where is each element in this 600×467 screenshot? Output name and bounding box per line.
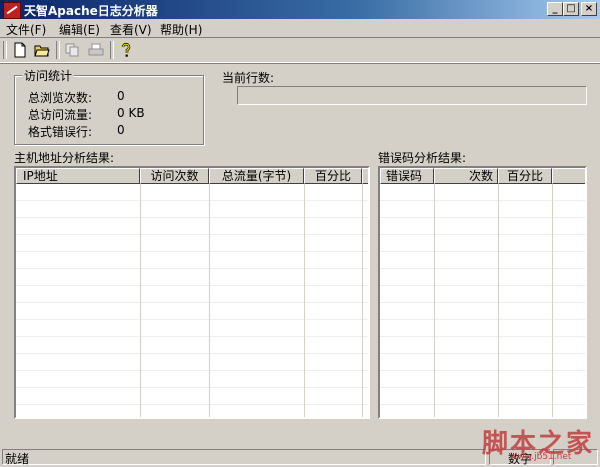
help-icon[interactable] (116, 40, 136, 60)
column-percent[interactable]: 百分比 (304, 168, 362, 184)
toolbar-separator (56, 41, 60, 59)
stats-group-label: 访问统计 (22, 67, 75, 84)
column-divider (362, 184, 363, 417)
error-results-label: 错误码分析结果: (378, 151, 467, 165)
total-views-value: 0 (117, 89, 125, 103)
column-ip-address[interactable]: IP地址 (16, 168, 140, 184)
open-folder-icon[interactable] (32, 40, 52, 60)
minimize-button[interactable]: _ (547, 2, 563, 16)
menu-bar: 文件(F) 编辑(E) 查看(V) 帮助(H) (0, 19, 600, 37)
column-divider (304, 184, 305, 417)
maximize-button[interactable]: □ (563, 2, 579, 16)
print-icon[interactable] (86, 40, 106, 60)
column-divider (209, 184, 210, 417)
host-results-list[interactable]: IP地址 访问次数 总流量(字节) 百分比 (14, 166, 370, 419)
total-views-label: 总浏览次数: (28, 91, 93, 105)
column-divider (498, 184, 499, 417)
menu-view[interactable]: 查看(V) (110, 21, 152, 38)
host-results-label: 主机地址分析结果: (14, 151, 115, 165)
status-pane-main: 就绪 (2, 449, 486, 466)
column-divider (434, 184, 435, 417)
toolbar (0, 37, 600, 63)
copy-icon[interactable] (62, 40, 82, 60)
menu-help[interactable]: 帮助(H) (160, 21, 202, 38)
column-visit-count[interactable]: 访问次数 (140, 168, 209, 184)
menu-edit[interactable]: 编辑(E) (59, 21, 100, 38)
watermark-url: www.jb51.net (510, 452, 572, 462)
status-text: 就绪 (5, 452, 30, 466)
window-title: 天智Apache日志分析器 (24, 4, 158, 18)
column-error-code[interactable]: 错误码 (380, 168, 434, 184)
title-bar[interactable]: 天智Apache日志分析器 _ □ × (0, 0, 600, 19)
current-line-label: 当前行数: (222, 71, 275, 85)
column-divider (140, 184, 141, 417)
toolbar-separator-2 (110, 41, 114, 59)
column-error-count[interactable]: 次数 (434, 168, 498, 184)
toolbar-grip (3, 41, 7, 59)
progress-bar (237, 86, 587, 105)
error-results-list[interactable]: 错误码 次数 百分比 (378, 166, 587, 419)
host-list-rows (16, 184, 368, 417)
close-button[interactable]: × (581, 2, 597, 16)
app-icon (3, 2, 21, 19)
column-error-percent[interactable]: 百分比 (498, 168, 552, 184)
total-traffic-value: 0 KB (117, 106, 145, 120)
format-error-label: 格式错误行: (28, 125, 93, 139)
column-filler (552, 168, 585, 184)
error-list-rows (380, 184, 585, 417)
column-total-traffic[interactable]: 总流量(字节) (209, 168, 304, 184)
format-error-value: 0 (117, 123, 125, 137)
menu-file[interactable]: 文件(F) (6, 21, 46, 38)
column-divider (552, 184, 553, 417)
total-traffic-label: 总访问流量: (28, 108, 93, 122)
new-file-icon[interactable] (10, 40, 30, 60)
column-filler (362, 168, 368, 184)
